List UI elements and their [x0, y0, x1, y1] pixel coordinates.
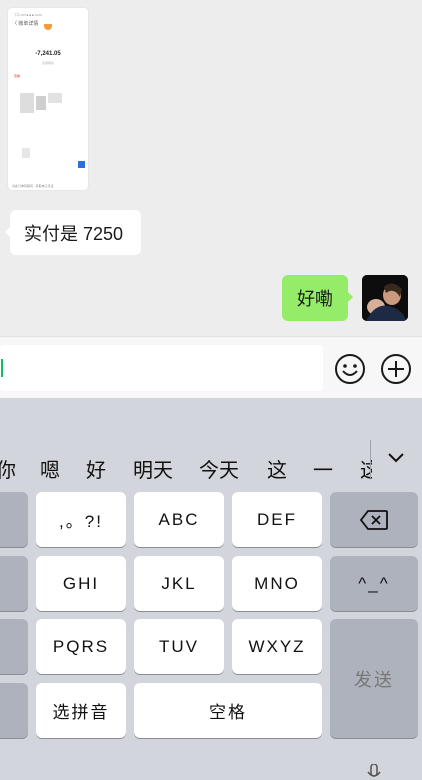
key-ghi[interactable]: GHI [36, 556, 126, 611]
candidate-word[interactable]: 这 [267, 454, 287, 483]
key-left-edge[interactable] [0, 683, 28, 738]
send-button[interactable]: 发送 [330, 619, 418, 738]
input-bar [0, 336, 422, 398]
key-wxyz[interactable]: WXYZ [232, 619, 322, 674]
key-tuv[interactable]: TUV [134, 619, 224, 674]
candidate-word[interactable]: 明天 [133, 454, 173, 483]
key-left-edge[interactable] [0, 492, 28, 547]
emoji-icon[interactable] [334, 353, 365, 384]
thumb-pixelated-area [48, 93, 62, 103]
key-left-edge[interactable] [0, 619, 28, 674]
thumb-blue-mark [78, 161, 85, 168]
thumb-pixelated-area [36, 96, 46, 110]
screenshot-image-message[interactable]: 下午4:55 ■ ■ ■ 100% 〈 账单详情 -7,241.05 交易成功 … [8, 8, 88, 190]
candidate-word[interactable]: 一 [313, 454, 333, 483]
space-key[interactable]: 空格 [134, 683, 322, 738]
avatar[interactable] [362, 275, 408, 321]
thumb-red-note: 查看 [14, 74, 21, 78]
select-pinyin-key[interactable]: 选拼音 [36, 683, 126, 738]
key-def[interactable]: DEF [232, 492, 322, 547]
thumb-merchant-logo [44, 24, 52, 30]
microphone-icon[interactable] [364, 763, 384, 780]
candidate-bar: 你 嗯 好 明天 今天 这 一 这 [0, 398, 422, 490]
candidate-word[interactable]: 你 [0, 454, 16, 483]
keyboard: 你 嗯 好 明天 今天 这 一 这 ,。?! ABC DEF GHI JKL M… [0, 398, 422, 780]
candidate-word[interactable]: 今天 [199, 454, 239, 483]
key-left-edge[interactable] [0, 556, 28, 611]
backspace-icon [359, 509, 388, 530]
candidate-divider [370, 440, 371, 478]
message-input[interactable] [0, 345, 323, 391]
candidate-word[interactable]: 嗯 [40, 454, 60, 483]
emoticon-key[interactable]: ^_^ [330, 556, 418, 611]
key-punctuation[interactable]: ,。?! [36, 492, 126, 547]
thumb-footer: 对此订单有疑问 · 获取电子凭证 [12, 184, 54, 188]
backspace-key[interactable] [330, 492, 418, 547]
candidate-word[interactable]: 好 [86, 454, 106, 483]
thumb-pixelated-area [22, 148, 30, 158]
thumb-back-label: 〈 账单详情 [12, 21, 39, 27]
message-bubble-sent[interactable]: 好嘞 [282, 275, 353, 321]
message-bubble-received[interactable]: 实付是 7250 [5, 210, 141, 255]
key-mno[interactable]: MNO [232, 556, 322, 611]
thumb-amount: -7,241.05 [35, 51, 61, 57]
thumb-amount-note: 交易成功 [41, 61, 54, 65]
key-abc[interactable]: ABC [134, 492, 224, 547]
chat-area: 下午4:55 ■ ■ ■ 100% 〈 账单详情 -7,241.05 交易成功 … [0, 0, 422, 336]
key-pqrs[interactable]: PQRS [36, 619, 126, 674]
thumb-status-text: 下午4:55 ■ ■ ■ 100% [14, 13, 43, 17]
plus-icon[interactable] [380, 353, 411, 384]
key-jkl[interactable]: JKL [134, 556, 224, 611]
text-cursor [1, 359, 3, 377]
chevron-down-icon[interactable] [386, 450, 406, 466]
thumb-pixelated-area [20, 93, 34, 113]
